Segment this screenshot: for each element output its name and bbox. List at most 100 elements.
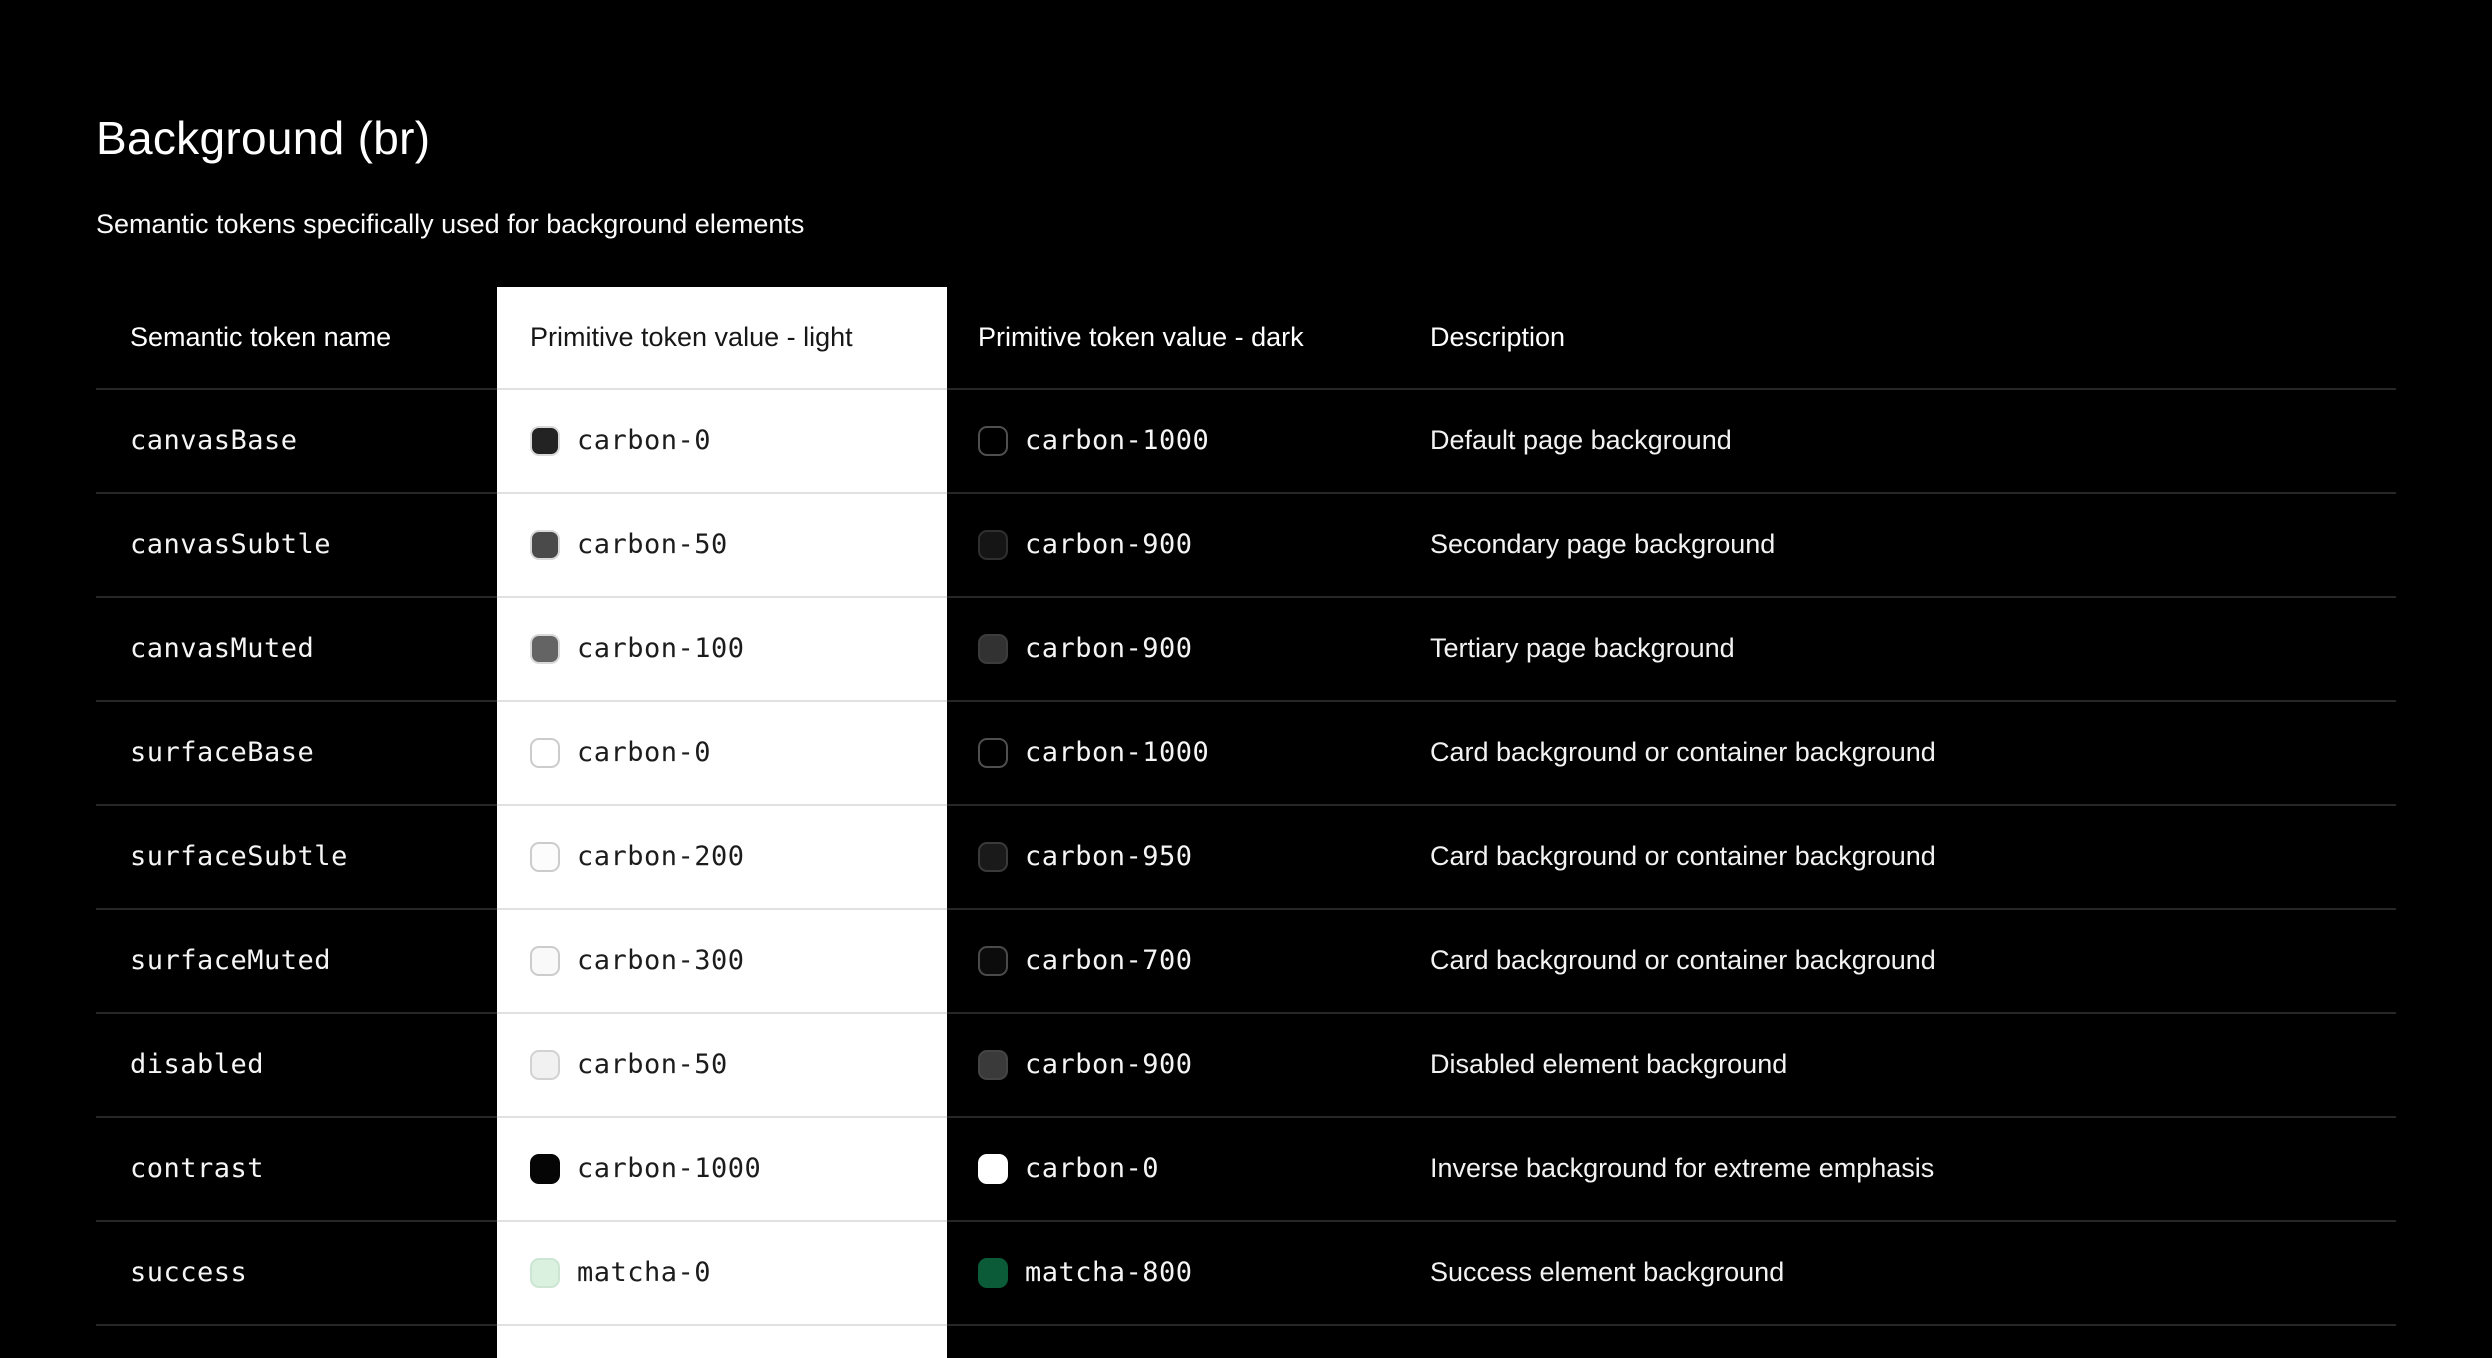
light-token-value: carbon-1000 xyxy=(577,1153,762,1185)
light-value-cell xyxy=(497,1325,947,1358)
description-text: Disabled element background xyxy=(1430,1049,1788,1080)
light-color-swatch xyxy=(530,1153,560,1184)
column-header-label: Semantic token name xyxy=(130,321,392,352)
token-name-cell: surfaceBase xyxy=(96,702,497,806)
light-value-cell: carbon-200 xyxy=(497,805,947,910)
light-color-swatch xyxy=(530,633,560,664)
light-token-value: carbon-200 xyxy=(577,841,745,873)
dark-token-value: carbon-900 xyxy=(1025,633,1193,665)
token-name-cell: canvasMuted xyxy=(96,598,497,702)
description-cell: Tertiary page background xyxy=(1398,598,2396,702)
light-value-cell: matcha-0 xyxy=(497,1221,947,1326)
description-text: Card background or container background xyxy=(1430,841,1936,872)
column-header-label: Description xyxy=(1430,321,1566,352)
dark-token-value: carbon-900 xyxy=(1025,529,1193,561)
description-text: Success element background xyxy=(1430,1257,1785,1288)
description-cell: Success element background xyxy=(1398,1222,2396,1326)
dark-token-value: carbon-0 xyxy=(1025,1153,1160,1185)
dark-color-swatch xyxy=(978,1257,1008,1288)
semantic-token-table: Semantic token name Primitive token valu… xyxy=(96,286,2396,1358)
description-text: Tertiary page background xyxy=(1430,633,1735,664)
description-text: Default page background xyxy=(1430,425,1732,456)
light-color-swatch xyxy=(530,1049,560,1080)
table-row: surfaceBase carbon-0 carbon-1000 Card ba… xyxy=(96,701,2396,806)
dark-value-cell: carbon-950 xyxy=(947,806,1398,910)
dark-color-swatch xyxy=(978,841,1008,872)
dark-value-cell: carbon-900 xyxy=(947,598,1398,702)
table-row: canvasSubtle carbon-50 carbon-900 Second… xyxy=(96,493,2396,598)
light-color-swatch xyxy=(530,841,560,872)
header-cell-description: Description xyxy=(1398,287,2396,390)
light-value-cell: carbon-100 xyxy=(497,597,947,702)
dark-color-swatch xyxy=(978,633,1008,664)
page-content: Background (br) Semantic tokens specific… xyxy=(0,0,2492,1358)
light-token-value: carbon-50 xyxy=(577,529,728,561)
light-value-cell: carbon-50 xyxy=(497,493,947,598)
description-cell: Inverse background for extreme emphasis xyxy=(1398,1118,2396,1222)
header-cell-light-value: Primitive token value - light xyxy=(497,286,947,390)
dark-value-cell: carbon-1000 xyxy=(947,390,1398,494)
description-text: Secondary page background xyxy=(1430,529,1776,560)
dark-token-value: matcha-800 xyxy=(1025,1257,1193,1289)
description-text: Inverse background for extreme emphasis xyxy=(1430,1153,1935,1184)
dark-token-value: carbon-900 xyxy=(1025,1049,1193,1081)
description-cell: Secondary page background xyxy=(1398,494,2396,598)
dark-color-swatch xyxy=(978,529,1008,560)
token-name: canvasBase xyxy=(130,425,298,457)
dark-color-swatch xyxy=(978,737,1008,768)
token-name-cell xyxy=(96,1326,497,1358)
description-cell: Default page background xyxy=(1398,390,2396,494)
dark-color-swatch xyxy=(978,1049,1008,1080)
dark-token-value: carbon-1000 xyxy=(1025,737,1210,769)
description-cell xyxy=(1398,1326,2396,1358)
table-row: success matcha-0 matcha-800 Success elem… xyxy=(96,1221,2396,1326)
token-name: success xyxy=(130,1257,248,1289)
header-cell-dark-value: Primitive token value - dark xyxy=(947,287,1398,390)
token-name-cell: surfaceSubtle xyxy=(96,806,497,910)
token-name: surfaceSubtle xyxy=(130,841,348,873)
table-row: surfaceMuted carbon-300 carbon-700 Card … xyxy=(96,909,2396,1014)
header-cell-token-name: Semantic token name xyxy=(96,287,497,390)
description-text: Card background or container background xyxy=(1430,737,1936,768)
token-name-cell: canvasSubtle xyxy=(96,494,497,598)
dark-value-cell: carbon-700 xyxy=(947,910,1398,1014)
light-color-swatch xyxy=(530,737,560,768)
light-token-value: carbon-0 xyxy=(577,737,712,769)
light-token-value: carbon-300 xyxy=(577,945,745,977)
table-header-row: Semantic token name Primitive token valu… xyxy=(96,286,2396,390)
token-name-cell: contrast xyxy=(96,1118,497,1222)
light-value-cell: carbon-0 xyxy=(497,389,947,494)
dark-token-value: carbon-1000 xyxy=(1025,425,1210,457)
dark-value-cell: carbon-1000 xyxy=(947,702,1398,806)
table-row-partial xyxy=(96,1325,2396,1358)
light-value-cell: carbon-1000 xyxy=(497,1117,947,1222)
dark-color-swatch xyxy=(978,425,1008,456)
dark-token-value: carbon-950 xyxy=(1025,841,1193,873)
token-name-cell: canvasBase xyxy=(96,390,497,494)
page-subtitle: Semantic tokens specifically used for ba… xyxy=(96,208,805,239)
token-name-cell: success xyxy=(96,1222,497,1326)
light-color-swatch xyxy=(530,425,560,456)
light-token-value: carbon-100 xyxy=(577,633,745,665)
dark-value-cell xyxy=(947,1326,1398,1358)
token-name-cell: disabled xyxy=(96,1014,497,1118)
dark-color-swatch xyxy=(978,1153,1008,1184)
table-row: canvasMuted carbon-100 carbon-900 Tertia… xyxy=(96,597,2396,702)
column-header-label: Primitive token value - light xyxy=(530,321,853,352)
page-title: Background (br) xyxy=(96,112,431,164)
dark-value-cell: matcha-800 xyxy=(947,1222,1398,1326)
table-row: contrast carbon-1000 carbon-0 Inverse ba… xyxy=(96,1117,2396,1222)
token-name: surfaceBase xyxy=(130,737,315,769)
light-value-cell: carbon-0 xyxy=(497,701,947,806)
description-cell: Card background or container background xyxy=(1398,702,2396,806)
description-cell: Card background or container background xyxy=(1398,910,2396,1014)
column-header-label: Primitive token value - dark xyxy=(978,321,1304,352)
light-token-value: carbon-0 xyxy=(577,425,712,457)
light-value-cell: carbon-300 xyxy=(497,909,947,1014)
token-name: contrast xyxy=(130,1153,265,1185)
table-row: surfaceSubtle carbon-200 carbon-950 Card… xyxy=(96,805,2396,910)
token-name: surfaceMuted xyxy=(130,945,332,977)
token-name: canvasSubtle xyxy=(130,529,332,561)
table-row: canvasBase carbon-0 carbon-1000 Default … xyxy=(96,389,2396,494)
token-name: canvasMuted xyxy=(130,633,315,665)
